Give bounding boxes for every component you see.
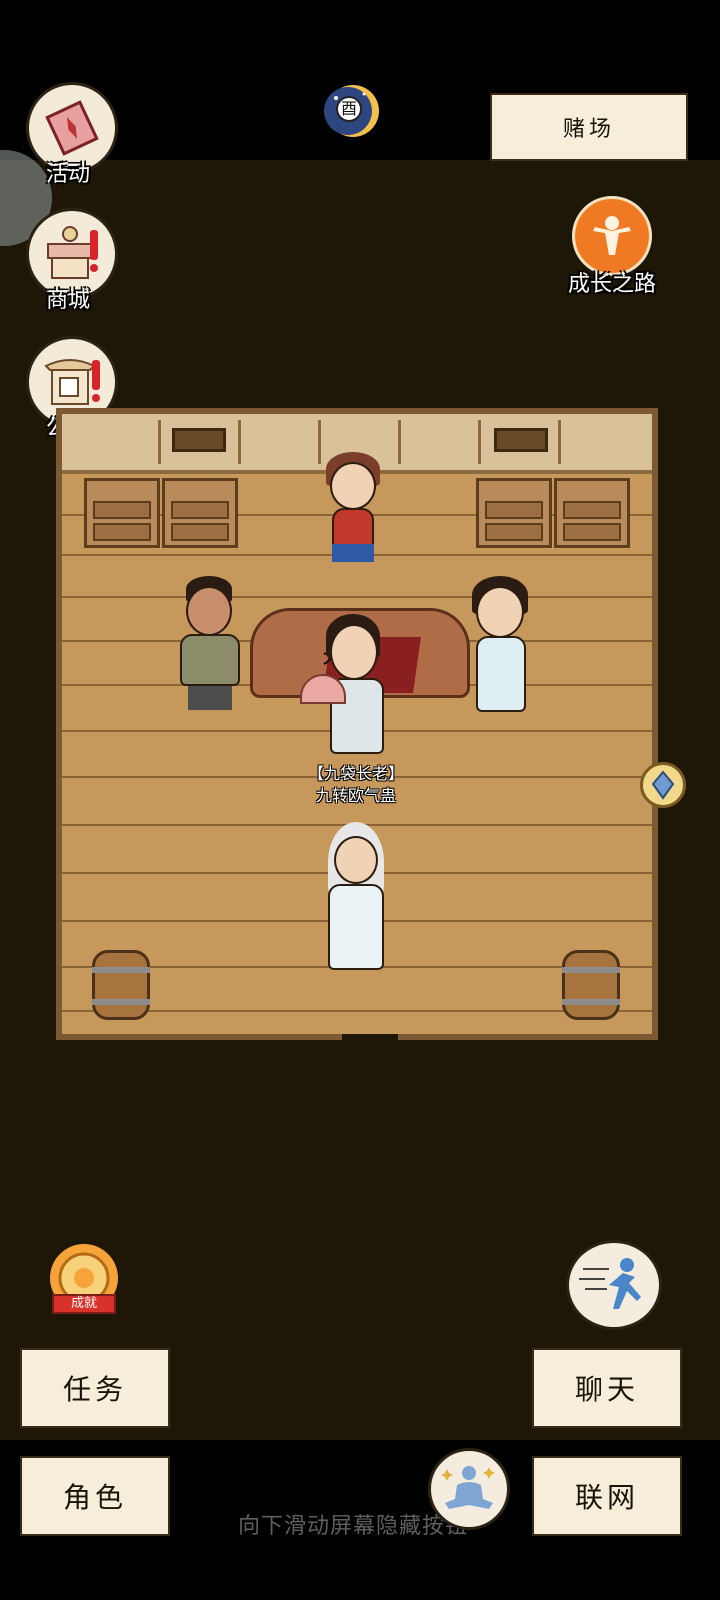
shop-label: 商城 (46, 288, 91, 313)
wall-vent (494, 428, 548, 452)
chat-button[interactable]: 聊天 (532, 1348, 682, 1428)
time-indicator[interactable]: 酉 (324, 82, 382, 140)
tasks-button[interactable]: 任务 (20, 1348, 170, 1428)
drawer-cabinet (162, 478, 238, 548)
online-button[interactable]: 联网 (532, 1456, 682, 1536)
diamond-icon (651, 770, 675, 800)
growth-path-button[interactable] (572, 196, 652, 276)
npc-porter[interactable] (174, 574, 246, 714)
barrel (92, 950, 150, 1020)
room-exit[interactable] (342, 1034, 398, 1044)
growth-figure-icon (593, 216, 631, 255)
player-character[interactable] (322, 818, 390, 974)
growth-path-label: 成长之路 (568, 272, 657, 297)
banner-icon (45, 100, 99, 156)
meditate-button[interactable] (428, 1448, 510, 1530)
time-glyph: 酉 (336, 96, 362, 122)
drawer-cabinet (554, 478, 630, 548)
drawer-cabinet (476, 478, 552, 548)
activity-label: 活动 (46, 162, 91, 187)
npc-title: 【九袋长老】 (307, 764, 404, 783)
achievement-label: 成就 (52, 1294, 116, 1314)
npc-scholar[interactable] (464, 572, 536, 716)
npc-waitress[interactable] (318, 452, 388, 584)
running-man-icon (579, 1258, 641, 1309)
npc-name: 九转欧气蛊 (315, 786, 396, 805)
run-button[interactable] (566, 1240, 662, 1330)
scroll-hint-text: 向下滑动屏幕隐藏按钮 (238, 1514, 469, 1539)
location-button[interactable]: 赌场 (490, 93, 688, 161)
role-button[interactable]: 角色 (20, 1456, 170, 1536)
meditation-icon (441, 1466, 495, 1509)
barrel (562, 950, 620, 1020)
side-expand-button[interactable] (640, 762, 686, 808)
wall-vent (172, 428, 226, 452)
notice-board-icon (44, 359, 100, 405)
achievement-button[interactable]: 成就 (42, 1242, 126, 1322)
shop-stall-icon (47, 226, 98, 279)
drawer-cabinet (84, 478, 160, 548)
npc-elder[interactable] (300, 612, 402, 756)
